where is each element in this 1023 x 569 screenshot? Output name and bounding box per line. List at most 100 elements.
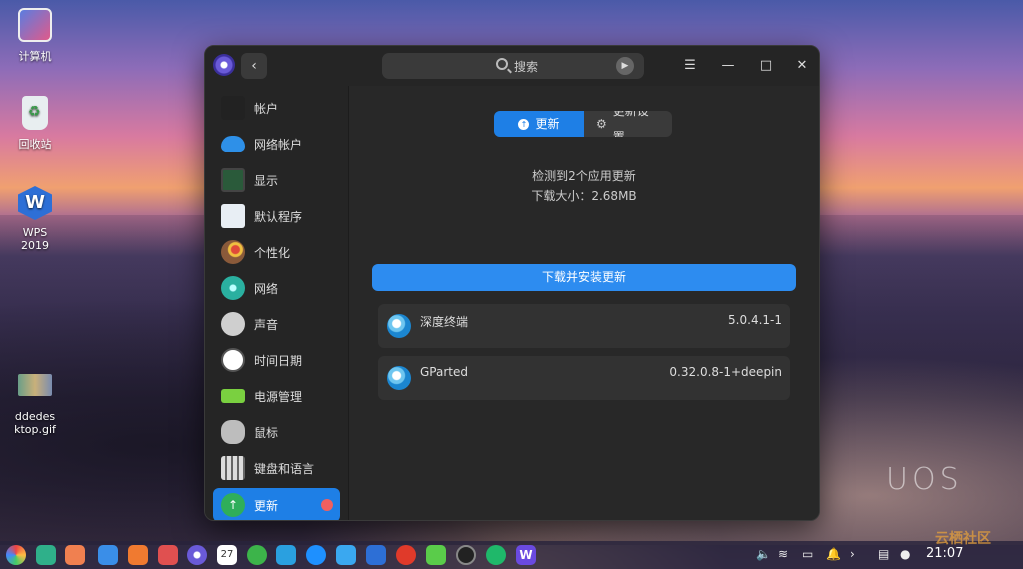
control-center-window: ‹ 搜索 ▶ ☰ — □ ✕ 帐户 网络帐户 显示 默认程序 个性化 网络 声音… <box>204 45 820 521</box>
taskbar-clock[interactable]: 21:07 <box>926 546 963 561</box>
minimize-button[interactable]: — <box>718 56 738 76</box>
file-manager-icon[interactable] <box>98 545 118 565</box>
account-icon <box>221 96 245 120</box>
search-icon <box>496 58 508 70</box>
video-player-icon[interactable] <box>456 545 476 565</box>
app-name: GParted <box>420 365 468 379</box>
wps-icon: W <box>18 186 52 220</box>
desktop-icon-label: 计算机 <box>18 50 52 63</box>
sidebar-item-label: 默认程序 <box>254 210 303 224</box>
search-placeholder: 搜索 <box>514 60 539 74</box>
deepin-app-icon <box>387 366 411 390</box>
music-app-icon[interactable] <box>366 545 386 565</box>
sidebar-item-label: 更新 <box>254 499 279 513</box>
sidebar-item-datetime[interactable]: 时间日期 <box>213 342 340 378</box>
voice-input-icon[interactable]: ▶ <box>616 57 634 75</box>
tray-expand-chevron-icon[interactable]: › <box>850 547 855 561</box>
desktop-icon-label: 2019 <box>21 239 49 252</box>
desktop-icon[interactable] <box>65 545 85 565</box>
sidebar-item-account[interactable]: 帐户 <box>213 90 340 126</box>
music-player-icon[interactable] <box>426 545 446 565</box>
download-install-button[interactable]: 下载并安装更新 <box>372 264 796 291</box>
desktop-icon-trash[interactable]: 回收站 <box>0 96 70 152</box>
watermark: 云栖社区 <box>935 531 991 547</box>
close-button[interactable]: ✕ <box>792 56 812 76</box>
desktop-icon-gif[interactable]: ddedes ktop.gif <box>0 374 70 436</box>
battery-icon <box>221 389 245 403</box>
control-center-logo-icon <box>213 54 235 76</box>
sidebar-item-label: 时间日期 <box>254 354 303 368</box>
app-name: 深度终端 <box>420 315 469 329</box>
sidebar-item-display[interactable]: 显示 <box>213 162 340 198</box>
gear-icon: ⚙ <box>596 117 607 131</box>
volume-icon[interactable]: 🔈 <box>756 547 771 561</box>
default-apps-icon <box>221 204 245 228</box>
desktop-icon-label: 回收站 <box>18 138 52 151</box>
mouse-icon <box>221 420 245 444</box>
titlebar: ‹ 搜索 ▶ ☰ — □ ✕ <box>205 46 819 86</box>
tab-update[interactable]: ↑ 更新 <box>494 111 584 137</box>
dingtalk-icon[interactable] <box>336 545 356 565</box>
keyboard-layout-icon[interactable]: ▤ <box>878 547 889 561</box>
network-icon <box>221 276 245 300</box>
netease-music-icon[interactable] <box>396 545 416 565</box>
app-version: 0.32.0.8-1+deepin <box>669 365 782 379</box>
keyboard-icon <box>221 456 245 480</box>
app-version: 5.0.4.1-1 <box>728 313 782 327</box>
browser-icon[interactable] <box>486 545 506 565</box>
sidebar-item-default-apps[interactable]: 默认程序 <box>213 198 340 234</box>
update-icon: ↑ <box>221 493 245 517</box>
sound-icon <box>221 312 245 336</box>
calendar-icon[interactable]: 27 <box>217 545 237 565</box>
sidebar: 帐户 网络帐户 显示 默认程序 个性化 网络 声音 时间日期 电源管理 鼠标 键… <box>205 86 348 520</box>
desktop-icon-wps[interactable]: W WPS 2019 <box>0 186 70 252</box>
wifi-icon[interactable]: ≋ <box>778 547 788 561</box>
multitask-icon[interactable] <box>36 545 56 565</box>
arrow-up-icon: ↑ <box>518 118 530 130</box>
sidebar-item-update[interactable]: ↑ 更新 <box>213 488 340 520</box>
image-viewer-icon[interactable] <box>158 545 178 565</box>
gif-file-icon <box>18 374 52 396</box>
trash-icon <box>22 96 48 130</box>
cloud-icon <box>221 136 245 152</box>
sidebar-item-label: 键盘和语言 <box>254 462 315 476</box>
sidebar-item-sound[interactable]: 声音 <box>213 306 340 342</box>
update-list-item: GParted 0.32.0.8-1+deepin <box>378 356 790 400</box>
personalization-icon <box>221 240 245 264</box>
update-count-text: 检测到2个应用更新 <box>532 169 636 183</box>
tab-update-settings[interactable]: ⚙ 更新设置 <box>584 111 672 137</box>
update-panel: ↑ 更新 ⚙ 更新设置 检测到2个应用更新 下载大小：2.68MB 下载并安装更… <box>348 86 819 520</box>
computer-icon <box>18 8 52 42</box>
sidebar-item-label: 鼠标 <box>254 426 279 440</box>
control-center-icon[interactable] <box>187 545 207 565</box>
network-tray-icon[interactable]: ● <box>900 547 910 561</box>
sidebar-item-cloud-account[interactable]: 网络帐户 <box>213 126 340 162</box>
app-store-icon[interactable] <box>128 545 148 565</box>
clock-icon <box>221 348 245 372</box>
sidebar-item-keyboard[interactable]: 键盘和语言 <box>213 450 340 486</box>
deepin-app-icon <box>387 314 411 338</box>
sidebar-item-label: 电源管理 <box>254 390 303 404</box>
sidebar-item-network[interactable]: 网络 <box>213 270 340 306</box>
desktop-icon-computer[interactable]: 计算机 <box>0 8 70 64</box>
desktop-icon-label: WPS <box>22 226 48 239</box>
sidebar-item-label: 个性化 <box>254 246 291 260</box>
sidebar-item-power[interactable]: 电源管理 <box>213 378 340 414</box>
menu-button[interactable]: ☰ <box>680 56 700 76</box>
qq-icon[interactable] <box>306 545 326 565</box>
mail-icon[interactable] <box>276 545 296 565</box>
wechat-icon[interactable] <box>247 545 267 565</box>
download-size-text: 下载大小：2.68MB <box>531 189 637 203</box>
back-button[interactable]: ‹ <box>241 53 267 79</box>
notification-bell-icon[interactable]: 🔔 <box>826 547 841 561</box>
sidebar-item-mouse[interactable]: 鼠标 <box>213 414 340 450</box>
launcher-icon[interactable] <box>6 545 26 565</box>
battery-tray-icon[interactable]: ▭ <box>802 547 813 561</box>
update-tabs: ↑ 更新 ⚙ 更新设置 <box>494 111 672 137</box>
search-input[interactable]: 搜索 ▶ <box>382 53 644 79</box>
sidebar-item-personalization[interactable]: 个性化 <box>213 234 340 270</box>
sidebar-item-label: 帐户 <box>254 102 279 116</box>
desktop-icon-label: ktop.gif <box>14 423 56 436</box>
wps-taskbar-icon[interactable]: W <box>516 545 536 565</box>
maximize-button[interactable]: □ <box>756 56 776 76</box>
